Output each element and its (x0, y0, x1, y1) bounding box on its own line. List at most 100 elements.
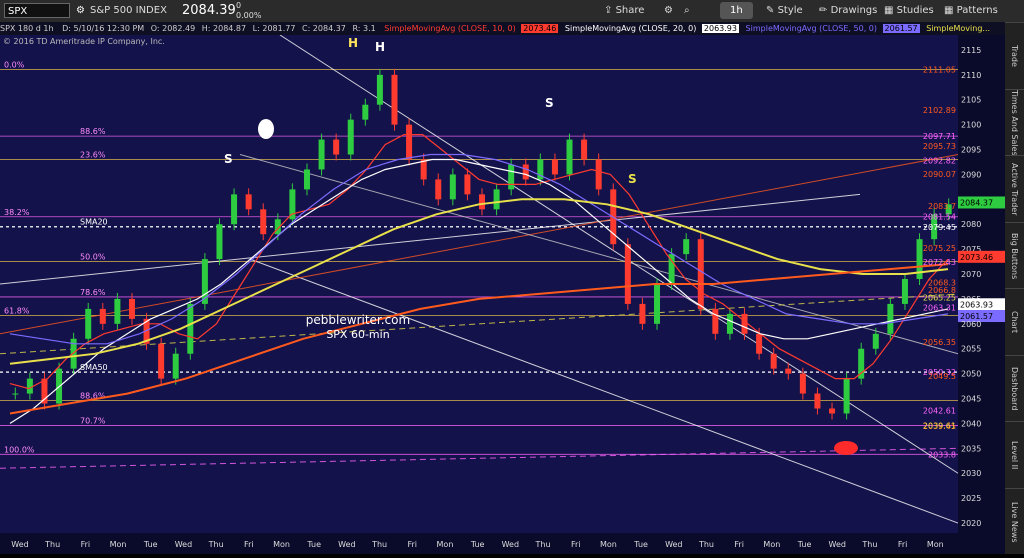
candle-body[interactable] (887, 303, 894, 334)
candle-body[interactable] (245, 194, 252, 210)
candle-body[interactable] (726, 313, 733, 334)
time-tick-label: Wed (11, 540, 28, 549)
time-tick-label: Wed (665, 540, 682, 549)
candle-body[interactable] (770, 353, 777, 369)
candle-body[interactable] (376, 74, 383, 105)
patterns-button[interactable]: ▦ Patterns (940, 2, 1002, 19)
gear-icon[interactable]: ⚙ (76, 0, 85, 22)
drawings-button[interactable]: ✏ Drawings (815, 2, 881, 19)
candle-body[interactable] (493, 189, 500, 210)
level-label: 2083.7 (928, 202, 956, 211)
sma50-label[interactable]: SimpleMovingAvg (CLOSE, 50, 0) (746, 24, 877, 33)
sidebar-tab-trade[interactable]: Trade (1005, 22, 1024, 90)
candle-body[interactable] (639, 303, 646, 324)
fib-label: 50.0% (80, 253, 106, 262)
sidebar-tab-big-buttons[interactable]: Big Buttons (1005, 221, 1024, 290)
candle-body[interactable] (158, 343, 165, 379)
style-label: Style (777, 5, 803, 16)
time-tick-label: Thu (861, 540, 877, 549)
candle-body[interactable] (347, 119, 354, 155)
chart-area[interactable]: 0.0% 88.6% 23.6% 38.2% 50.0% 78.6% 61.8% 70.7% 8… (0, 34, 1005, 554)
candle-body[interactable] (508, 164, 515, 190)
candle-body[interactable] (303, 169, 310, 190)
candle-body[interactable] (624, 244, 631, 304)
candle-body[interactable] (26, 378, 33, 394)
level-label: 2079.45 (923, 223, 956, 232)
style-button[interactable]: ✎ Style (762, 2, 807, 19)
candle-body[interactable] (785, 368, 792, 374)
candle-body[interactable] (362, 104, 369, 120)
candle-body[interactable] (333, 139, 340, 155)
time-tick-label: Tue (306, 540, 321, 549)
level-label: 2092.82 (923, 156, 956, 165)
symbol-input[interactable]: SPX (4, 3, 70, 18)
info-high: H: 2084.87 (201, 24, 247, 33)
candle-body[interactable] (872, 333, 879, 349)
sma20-label[interactable]: SimpleMovingAvg (CLOSE, 20, 0) (565, 24, 696, 33)
candle-body[interactable] (756, 333, 763, 354)
candle-body[interactable] (843, 378, 850, 414)
candle-body[interactable] (479, 194, 485, 210)
candle-body[interactable] (697, 239, 704, 309)
candle-body[interactable] (85, 308, 92, 339)
candle-body[interactable] (566, 139, 573, 175)
time-tick-label: Mon (927, 540, 944, 549)
candle-body[interactable] (741, 313, 748, 334)
price-tick-label: 2115 (961, 46, 981, 55)
candle-body[interactable] (829, 408, 836, 414)
candle-body[interactable] (114, 298, 121, 324)
candle-body[interactable] (260, 209, 267, 235)
info-low: L: 2081.77 (252, 24, 296, 33)
candle-body[interactable] (595, 159, 602, 190)
info-range: R: 3.1 (352, 24, 376, 33)
candle-body[interactable] (12, 393, 19, 395)
candle-body[interactable] (128, 298, 135, 319)
sidebar-tab-chart[interactable]: Chart (1005, 288, 1024, 356)
candle-body[interactable] (464, 174, 471, 195)
candle-body[interactable] (318, 139, 325, 170)
price-chart[interactable]: 0.0%88.6%23.6%38.2%50.0%78.6%61.8%70.7%8… (0, 34, 1005, 554)
candle-body[interactable] (551, 159, 558, 175)
time-tick-label: Thu (208, 540, 224, 549)
time-tick-label: Mon (273, 540, 290, 549)
info-open: O: 2082.49 (150, 24, 196, 33)
share-button[interactable]: ⇪ Share (600, 2, 648, 19)
candle-body[interactable] (522, 164, 529, 180)
price-tick-label: 2090 (961, 170, 981, 179)
sidebar-tab-live-news[interactable]: Live News (1005, 487, 1024, 556)
candle-body[interactable] (654, 284, 661, 324)
candle-body[interactable] (581, 139, 588, 160)
info-close: C: 2084.37 (301, 24, 346, 33)
zoom-icon[interactable]: ⌕ (680, 2, 694, 19)
studies-button[interactable]: ▦ Studies (880, 2, 938, 19)
candle-body[interactable] (172, 353, 179, 379)
settings-gear-icon[interactable]: ⚙ (660, 2, 677, 19)
candle-body[interactable] (406, 124, 413, 160)
candle-body[interactable] (449, 174, 456, 200)
sidebar-tab-times-and-sales[interactable]: Times And Sales (1005, 88, 1024, 157)
candle-body[interactable] (435, 179, 442, 200)
candle-body[interactable] (814, 393, 821, 409)
candle-body[interactable] (683, 239, 690, 255)
candle-body[interactable] (901, 279, 908, 304)
time-tick-label: Tue (143, 540, 158, 549)
timeframe-button[interactable]: 1h (720, 2, 753, 19)
sidebar-tab-level-ii[interactable]: Level II (1005, 421, 1024, 489)
candle-body[interactable] (391, 74, 398, 125)
sma10-label[interactable]: SimpleMovingAvg (CLOSE, 10, 0) (384, 24, 515, 33)
sma-more-label[interactable]: SimpleMoving... (926, 24, 990, 33)
candle-body[interactable] (231, 194, 238, 225)
sma10-value: 2073.46 (521, 24, 559, 33)
pattern-annotation: H (375, 40, 385, 54)
sidebar-tab-active-trader[interactable]: Active Trader (1005, 155, 1024, 223)
chart-background (0, 35, 1005, 554)
candle-body[interactable] (799, 373, 806, 394)
time-tick-label: Wed (175, 540, 192, 549)
candle-body[interactable] (99, 308, 106, 324)
candle-body[interactable] (216, 224, 223, 260)
candle-body[interactable] (712, 308, 719, 334)
price-tick-label: 2050 (961, 370, 981, 379)
candle-body[interactable] (187, 303, 194, 354)
sidebar-tab-dashboard[interactable]: Dashboard (1005, 354, 1024, 423)
candle-body[interactable] (420, 159, 427, 180)
